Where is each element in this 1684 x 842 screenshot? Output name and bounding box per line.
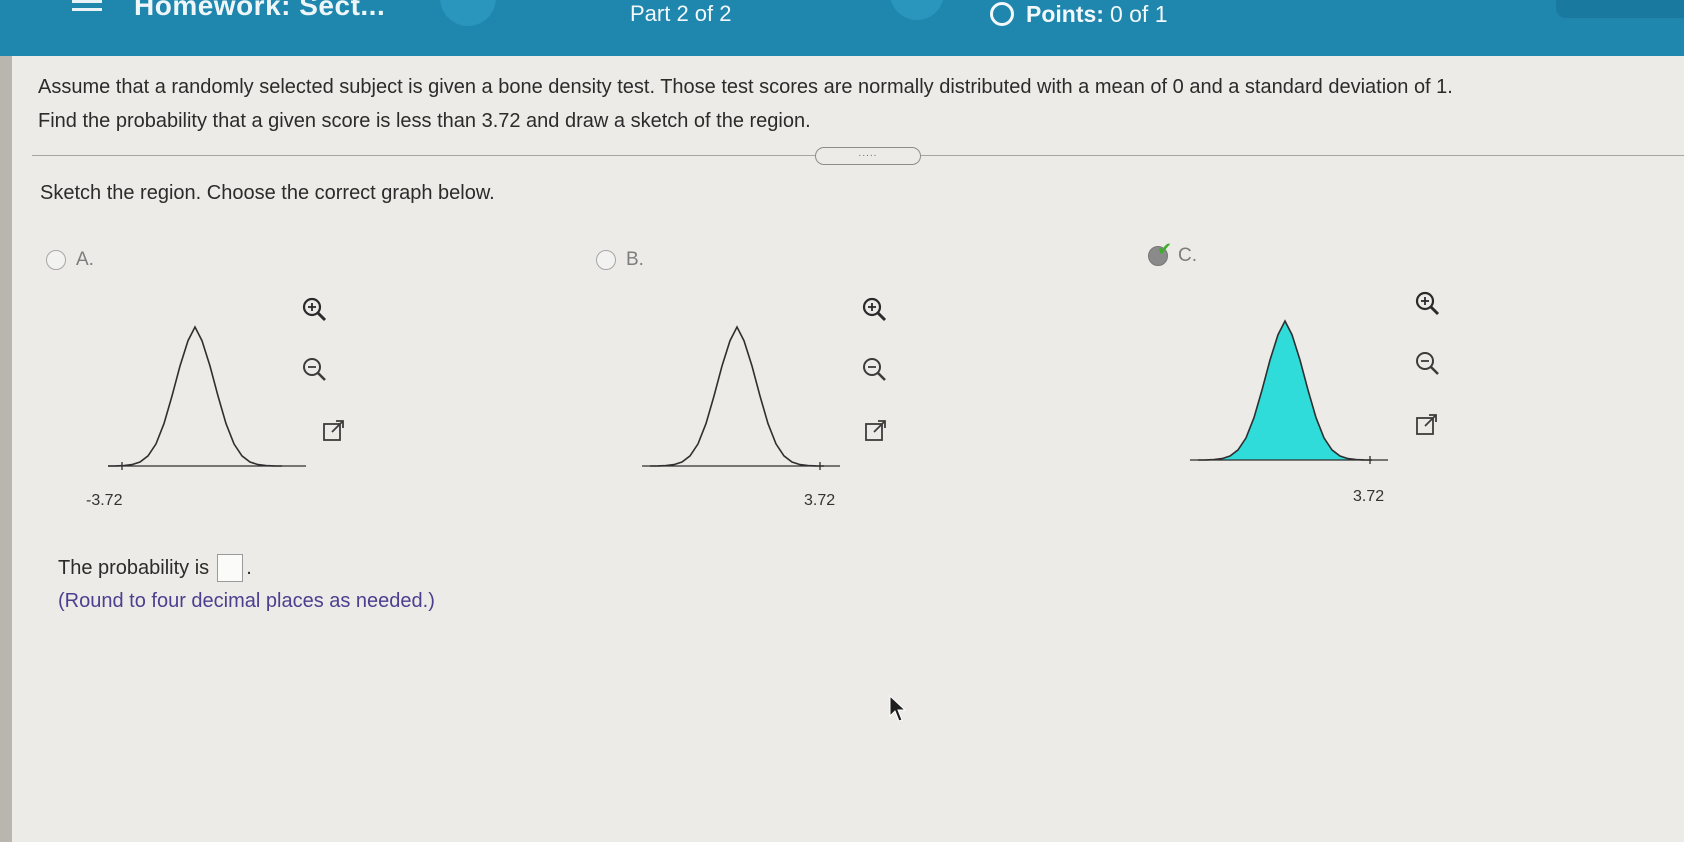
option-c-label-row[interactable]: ✔ C. — [1148, 239, 1197, 267]
option-b-graph — [642, 325, 840, 470]
question-panel: Assume that a randomly selected subject … — [12, 56, 1684, 842]
question-text: Assume that a randomly selected subject … — [38, 70, 1668, 138]
option-b-curve — [649, 325, 825, 467]
option-a-letter: A. — [76, 249, 94, 270]
next-question-button[interactable] — [890, 0, 944, 20]
option-b-label-row[interactable]: B. — [596, 249, 644, 271]
previous-question-button[interactable] — [440, 0, 496, 26]
mouse-cursor-icon — [889, 694, 907, 722]
option-b-letter: B. — [626, 249, 644, 270]
points-value: 0 of 1 — [1109, 1, 1168, 27]
option-a-zoom-out-icon[interactable] — [301, 356, 327, 382]
option-c-graph — [1190, 319, 1388, 464]
homework-title[interactable]: Homework: Sect... — [134, 0, 385, 22]
option-a[interactable]: A. — [46, 249, 94, 271]
check-icon: ✔ — [1157, 239, 1173, 259]
option-c-zoom-in-icon[interactable] — [1414, 290, 1440, 316]
part-indicator: Part 2 of 2 — [630, 1, 732, 26]
option-b-zoom-in-icon[interactable] — [861, 296, 887, 322]
option-a-radio[interactable] — [46, 250, 66, 270]
option-c-tick-label: 3.72 — [1353, 488, 1385, 505]
answer-period: . — [246, 556, 252, 579]
divider-drag-handle[interactable]: ..... — [815, 147, 921, 165]
answer-row: The probability is . — [58, 554, 252, 582]
option-a-popout-icon[interactable] — [321, 418, 347, 444]
option-c-zoom-out-icon[interactable] — [1414, 350, 1440, 376]
option-a-zoom-in-icon[interactable] — [301, 296, 327, 322]
header-action-button[interactable] — [1556, 0, 1684, 18]
option-c-popout-icon[interactable] — [1414, 412, 1440, 438]
option-a-tick-label: -3.72 — [86, 492, 123, 509]
instruction-text: Sketch the region. Choose the correct gr… — [40, 182, 495, 204]
question-line-1: Assume that a randomly selected subject … — [38, 76, 1453, 98]
option-c-letter: C. — [1178, 245, 1197, 266]
points-indicator: Points: 0 of 1 — [990, 1, 1168, 28]
points-circle-icon — [990, 1, 1014, 26]
option-c-shaded-region — [1198, 321, 1370, 460]
option-b-radio[interactable] — [596, 250, 616, 270]
option-c[interactable]: ✔ C. — [1148, 239, 1197, 267]
probability-answer-input[interactable] — [217, 554, 244, 582]
answer-prompt: The probability is — [58, 556, 210, 579]
option-b-popout-icon[interactable] — [863, 418, 889, 444]
rounding-hint: (Round to four decimal places as needed.… — [58, 590, 435, 612]
option-b-tick-label: 3.72 — [804, 492, 836, 509]
option-a-label-row[interactable]: A. — [46, 249, 94, 271]
option-b[interactable]: B. — [596, 249, 644, 271]
menu-icon[interactable] — [72, 0, 102, 14]
question-line-2: Find the probability that a given score … — [38, 110, 811, 132]
top-bar: Homework: Sect... Part 2 of 2 Points: 0 … — [0, 0, 1684, 56]
option-a-graph — [107, 325, 306, 470]
points-label: Points: — [1026, 1, 1104, 27]
left-edge — [0, 56, 12, 842]
option-c-radio[interactable]: ✔ — [1148, 239, 1172, 266]
option-b-zoom-out-icon[interactable] — [861, 356, 887, 382]
option-a-curve — [107, 325, 283, 467]
